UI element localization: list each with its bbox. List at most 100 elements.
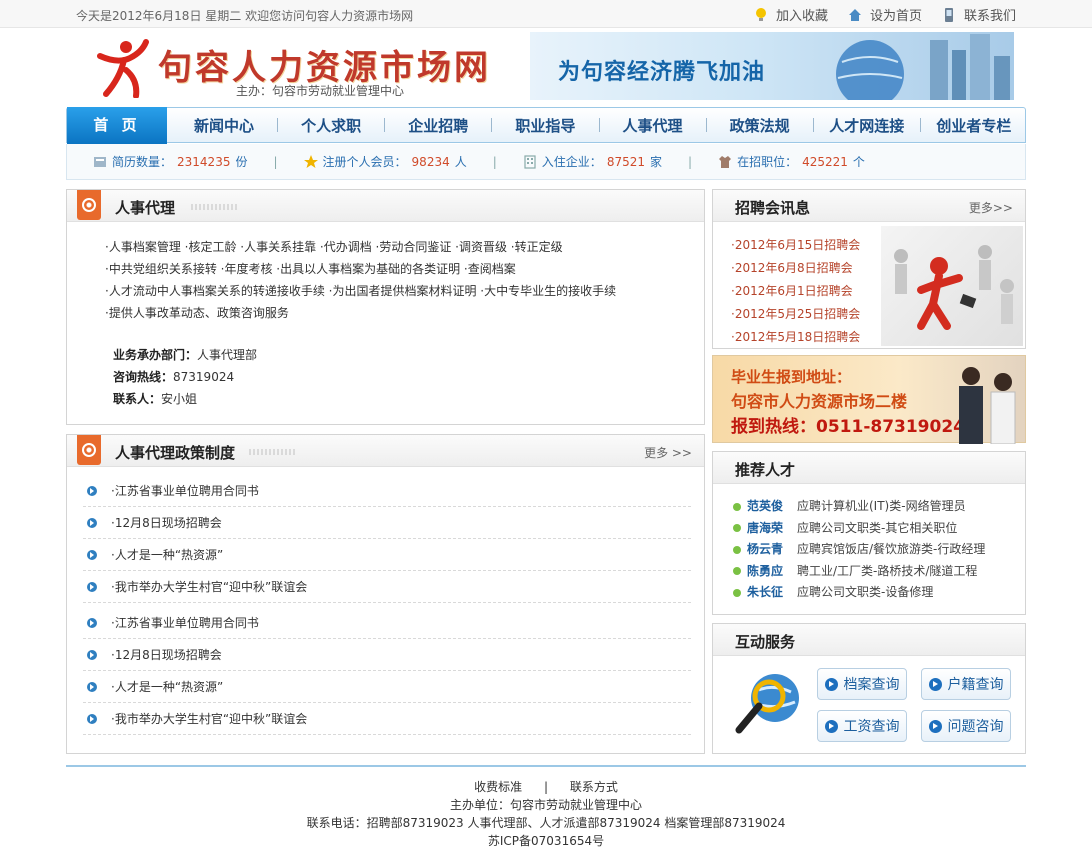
job-fair-item[interactable]: ·2012年6月8日招聘会 xyxy=(731,257,860,280)
policy-list: ·江苏省事业单位聘用合同书 ·12月8日现场招聘会 ·人才是一种“热资源” ·我… xyxy=(83,475,691,735)
policy-item[interactable]: ·12月8日现场招聘会 xyxy=(83,639,691,671)
add-favorite-link[interactable]: 加入收藏 xyxy=(754,5,828,24)
contact-person-row: 联系人：安小姐 xyxy=(113,388,257,410)
talent-position[interactable]: 应聘公司文职类-其它相关职位 xyxy=(797,518,957,540)
policy-item[interactable]: ·人才是一种“热资源” xyxy=(83,539,691,571)
nav-item-news[interactable]: 新闻中心 xyxy=(171,115,277,136)
hotline-value: 87319024 xyxy=(173,370,235,384)
job-fair-item[interactable]: ·2012年6月1日招聘会 xyxy=(731,280,860,303)
graduates-photo xyxy=(959,367,1016,444)
policy-item-text[interactable]: ·我市举办大学生村官“迎中秋”联谊会 xyxy=(111,710,307,727)
globe-city-graphic xyxy=(836,34,1010,100)
job-fair-header: 招聘会讯息 更多>> xyxy=(713,190,1025,222)
talent-row[interactable]: 陈勇应 聘工业/工厂类-路桥技术/隧道工程 xyxy=(733,561,985,583)
star-icon xyxy=(303,154,318,168)
green-dot-icon xyxy=(733,588,741,597)
title-decoration xyxy=(191,204,239,210)
policy-item-text[interactable]: ·江苏省事业单位聘用合同书 xyxy=(111,482,259,499)
talent-name[interactable]: 陈勇应 xyxy=(747,561,791,583)
job-fair-list: ·2012年6月15日招聘会 ·2012年6月8日招聘会 ·2012年6月1日招… xyxy=(731,234,860,349)
policy-item[interactable]: ·江苏省事业单位聘用合同书 xyxy=(83,475,691,507)
policy-item[interactable]: ·我市举办大学生村官“迎中秋”联谊会 xyxy=(83,703,691,735)
hotline-row: 咨询热线：87319024 xyxy=(113,366,257,388)
job-fair-item[interactable]: ·2012年6月15日招聘会 xyxy=(731,234,860,257)
add-favorite-label[interactable]: 加入收藏 xyxy=(776,5,828,24)
nav-item-policies[interactable]: 政策法规 xyxy=(707,115,813,136)
question-consult-label: 问题咨询 xyxy=(947,719,1004,735)
question-consult-button[interactable]: 问题咨询 xyxy=(921,710,1011,742)
title-decoration xyxy=(249,449,297,455)
talent-position[interactable]: 应聘宾馆饭店/餐饮旅游类-行政经理 xyxy=(797,539,985,561)
policy-item[interactable]: ·人才是一种“热资源” xyxy=(83,671,691,703)
stat-resumes-unit: 份 xyxy=(235,155,248,169)
talent-position[interactable]: 聘工业/工厂类-路桥技术/隧道工程 xyxy=(797,561,977,583)
nav-item-recruitment[interactable]: 企业招聘 xyxy=(385,115,491,136)
talent-name[interactable]: 朱长征 xyxy=(747,582,791,604)
job-fair-item[interactable]: ·2012年5月18日招聘会 xyxy=(731,326,860,349)
stat-jobs: 在招职位： 425221 个 xyxy=(718,153,865,170)
policy-item-text[interactable]: ·12月8日现场招聘会 xyxy=(111,514,222,531)
nav-items: 新闻中心 个人求职 企业招聘 职业指导 人事代理 政策法规 人才网连接 创业者专… xyxy=(171,108,1027,142)
contact-person-value: 安小姐 xyxy=(161,392,198,406)
policy-item-text[interactable]: ·人才是一种“热资源” xyxy=(111,678,223,695)
arrow-bullet-icon xyxy=(87,713,97,724)
talent-name[interactable]: 唐海荣 xyxy=(747,518,791,540)
nav-item-entrepreneur[interactable]: 创业者专栏 xyxy=(921,115,1027,136)
service-header: 互动服务 xyxy=(713,624,1025,656)
talent-row[interactable]: 杨云青 应聘宾馆饭店/餐饮旅游类-行政经理 xyxy=(733,539,985,561)
contact-us-link[interactable]: 联系我们 xyxy=(942,5,1016,24)
footer-icp[interactable]: 苏ICP备07031654号 xyxy=(0,832,1092,850)
job-fair-more-link[interactable]: 更多>> xyxy=(969,199,1013,216)
policy-item-text[interactable]: ·人才是一种“热资源” xyxy=(111,546,223,563)
policy-item-text[interactable]: ·我市举办大学生村官“迎中秋”联谊会 xyxy=(111,578,307,595)
stat-resumes-label: 简历数量： xyxy=(112,155,173,169)
talent-row[interactable]: 唐海荣 应聘公司文职类-其它相关职位 xyxy=(733,518,985,540)
job-fair-item[interactable]: ·2012年5月25日招聘会 xyxy=(731,303,860,326)
archive-query-button[interactable]: 档案查询 xyxy=(817,668,907,700)
policy-item-text[interactable]: ·江苏省事业单位聘用合同书 xyxy=(111,614,259,631)
resume-icon xyxy=(94,156,106,167)
talent-list: 范英俊 应聘计算机业(IT)类-网络管理员 唐海荣 应聘公司文职类-其它相关职位 杨… xyxy=(733,496,985,604)
service-line: ·提供人事改革动态、政策咨询服务 xyxy=(105,306,289,320)
header-banner[interactable]: 为句容经济腾飞加油 xyxy=(530,32,1014,100)
nav-item-job-seeking[interactable]: 个人求职 xyxy=(278,115,384,136)
policy-more-link[interactable]: 更多 >> xyxy=(644,444,692,461)
policy-item[interactable]: ·我市举办大学生村官“迎中秋”联谊会 xyxy=(83,571,691,603)
talent-position[interactable]: 应聘计算机业(IT)类-网络管理员 xyxy=(797,496,966,518)
talent-row[interactable]: 范英俊 应聘计算机业(IT)类-网络管理员 xyxy=(733,496,985,518)
top-links: 加入收藏 设为首页 联系我们 xyxy=(754,5,1016,24)
household-query-button[interactable]: 户籍查询 xyxy=(921,668,1011,700)
stat-resumes: 简历数量： 2314235 份 xyxy=(93,153,247,170)
graduate-registration-banner[interactable]: 毕业生报到地址： 句容市人力资源市场二楼 报到热线：0511-87319024 xyxy=(712,355,1026,444)
fees-link[interactable]: 收费标准 xyxy=(474,780,522,794)
site-logo[interactable]: 句容人力资源市场网 主办：句容市劳动就业管理中心 xyxy=(96,36,506,100)
green-dot-icon xyxy=(733,567,741,576)
policy-title: 人事代理政策制度 xyxy=(115,444,236,462)
policy-item[interactable]: ·12月8日现场招聘会 xyxy=(83,507,691,539)
talent-name[interactable]: 范英俊 xyxy=(747,496,791,518)
policy-item[interactable]: ·江苏省事业单位聘用合同书 xyxy=(83,607,691,639)
stat-resumes-value: 2314235 xyxy=(177,154,231,169)
contact-us-label[interactable]: 联系我们 xyxy=(964,5,1016,24)
nav-home[interactable]: 首 页 xyxy=(67,107,167,144)
nav-item-talent-links[interactable]: 人才网连接 xyxy=(814,115,920,136)
talent-name[interactable]: 杨云青 xyxy=(747,539,791,561)
green-dot-icon xyxy=(733,524,741,533)
set-homepage-link[interactable]: 设为首页 xyxy=(848,5,922,24)
policy-item-text[interactable]: ·12月8日现场招聘会 xyxy=(111,646,222,663)
green-dot-icon xyxy=(733,502,741,511)
service-line: ·中共党组织关系接转 ·年度考核 ·出具以人事档案为基础的各类证明 ·查阅档案 xyxy=(105,262,516,276)
shirt-icon xyxy=(719,155,732,168)
talent-row[interactable]: 朱长征 应聘公司文职类-设备修理 xyxy=(733,582,985,604)
talent-position[interactable]: 应聘公司文职类-设备修理 xyxy=(797,582,933,604)
stat-divider: | xyxy=(492,154,497,169)
top-bar: 今天是2012年6月18日 星期二 欢迎您访问句容人力资源市场网 加入收藏 设为… xyxy=(0,0,1092,28)
salary-query-button[interactable]: 工资查询 xyxy=(817,710,907,742)
nav-item-career-guidance[interactable]: 职业指导 xyxy=(492,115,598,136)
set-homepage-label[interactable]: 设为首页 xyxy=(870,5,922,24)
magnifier-globe-icon xyxy=(735,674,799,734)
hr-agency-title: 人事代理 xyxy=(115,199,176,217)
nav-item-hr-agency[interactable]: 人事代理 xyxy=(600,115,706,136)
job-fair-title: 招聘会讯息 xyxy=(735,199,811,217)
contact-methods-link[interactable]: 联系方式 xyxy=(570,780,618,794)
